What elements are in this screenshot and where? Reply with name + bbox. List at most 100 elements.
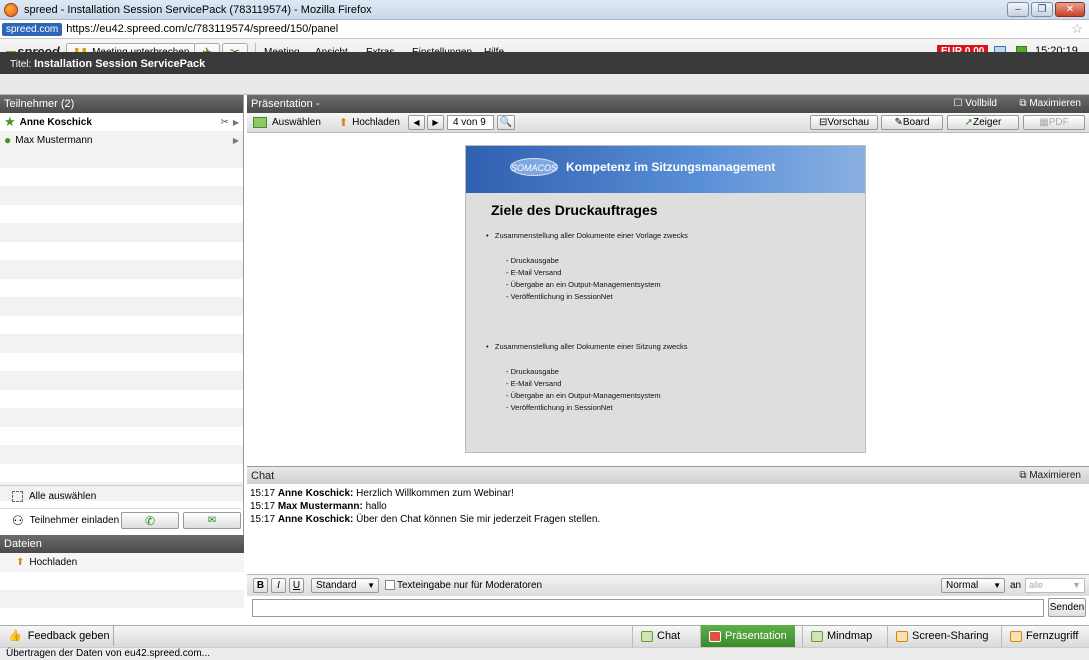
participants-header: Teilnehmer (2) <box>0 95 243 113</box>
preview-button[interactable]: ⊟ Vorschau <box>810 115 878 130</box>
browser-status-bar: Übertragen der Daten von eu42.spreed.com… <box>0 647 1089 660</box>
chat-message: 15:17 Max Mustermann: hallo <box>250 501 387 512</box>
session-title: Installation Session ServicePack <box>34 58 206 70</box>
tools-icon[interactable]: ✂ <box>221 117 229 128</box>
presentation-icon <box>709 630 721 642</box>
files-upload-label: Hochladen <box>29 557 78 568</box>
remote-access-icon <box>1010 630 1022 642</box>
bold-button[interactable]: B <box>253 578 268 593</box>
thumbs-up-icon: 👍 <box>8 630 22 642</box>
chat-header: Chat ⧉ Maximieren <box>247 466 1089 484</box>
session-title-bar: Titel: Installation Session ServicePack <box>0 52 1089 74</box>
chat-format-bar: B I U Standard ▼ Texteingabe nur für Mode… <box>247 574 1089 596</box>
chat-title: Chat <box>251 470 275 482</box>
participant-list-empty <box>0 149 243 501</box>
size-select[interactable]: Normal ▼ <box>941 578 1005 593</box>
participant-name: Max Mustermann <box>15 134 93 146</box>
bookmark-star-icon[interactable]: ☆ <box>1071 21 1083 37</box>
minimize-button[interactable]: – <box>1007 2 1029 17</box>
mindmap-icon <box>811 630 823 642</box>
presentation-title: Präsentation - <box>251 98 320 110</box>
presentation-maximize-button[interactable]: ⧉ Maximieren <box>1019 98 1081 109</box>
window-title: spreed - Installation Session ServicePac… <box>24 3 372 16</box>
header-spacer <box>0 74 1089 95</box>
firefox-icon <box>4 2 18 17</box>
slide-item: - Übergabe an ein Output-Managementsyste… <box>506 280 661 289</box>
moderator-only-checkbox[interactable] <box>385 580 395 590</box>
feedback-button[interactable]: 👍 Feedback geben <box>8 629 110 643</box>
chat-icon <box>641 630 653 642</box>
session-title-label: Titel: <box>10 59 32 70</box>
font-select[interactable]: Standard ▼ <box>311 578 379 593</box>
slide-banner-text: Kompetenz im Sitzungsmanagement <box>566 160 776 174</box>
participant-row[interactable]: ● Max Mustermann ▶ <box>0 131 243 149</box>
slide-item: - Druckausgabe <box>506 256 559 265</box>
page-indicator[interactable]: 4 von 9 <box>446 115 494 130</box>
slide-item: - Veröffentlichung in SessionNet <box>506 292 613 301</box>
tab-mindmap[interactable]: Mindmap <box>802 625 880 647</box>
url-text[interactable]: https://eu42.spreed.com/c/783119574/spre… <box>66 23 338 35</box>
expand-arrow-icon[interactable]: ▶ <box>233 136 239 145</box>
slide-title: Ziele des Druckauftrages <box>491 202 658 218</box>
tab-screen-sharing[interactable]: Screen-Sharing <box>887 625 996 647</box>
chat-message: 15:17 Anne Koschick: Herzlich Willkommen… <box>250 488 514 499</box>
slide-item: - Übergabe an ein Output-Managementsyste… <box>506 391 661 400</box>
slide-bullet: • Zusammenstellung aller Dokumente einer… <box>486 342 688 351</box>
tab-chat[interactable]: Chat <box>632 625 688 647</box>
tab-remote-access[interactable]: Fernzugriff <box>1001 625 1086 647</box>
presentation-slide: SOMACOS Kompetenz im Sitzungsmanagement … <box>465 145 866 453</box>
invite-row: ⚇ Teilnehmer einladen ✆ ✉ <box>0 508 244 532</box>
restore-button[interactable]: ❐ <box>1031 2 1053 17</box>
fullscreen-button[interactable]: ☐ Vollbild <box>954 98 997 109</box>
pdf-button[interactable]: ▦ PDF <box>1023 115 1085 130</box>
chat-maximize-button[interactable]: ⧉ Maximieren <box>1019 470 1081 481</box>
next-slide-button[interactable]: ▶ <box>426 115 444 130</box>
italic-button[interactable]: I <box>271 578 286 593</box>
slide-bullet: • Zusammenstellung aller Dokumente einer… <box>486 231 688 240</box>
invite-phone-button[interactable]: ✆ <box>121 512 179 529</box>
select-slides-icon <box>253 117 267 128</box>
slide-item: - Druckausgabe <box>506 367 559 376</box>
underline-button[interactable]: U <box>289 578 304 593</box>
moderator-star-icon: ★ <box>4 114 16 129</box>
presentation-toolbar: Auswählen ⬆ Hochladen ◀ ▶ 4 von 9 🔍 ⊟ Vo… <box>247 113 1089 133</box>
chat-input[interactable] <box>252 599 1044 617</box>
bottom-separator <box>113 626 114 646</box>
recipient-label: an <box>1010 580 1022 591</box>
select-slides-button[interactable]: Auswählen <box>272 117 321 128</box>
upload-slides-button[interactable]: Hochladen <box>352 117 400 128</box>
recipient-select[interactable]: alle ▼ <box>1025 578 1085 593</box>
slide-item: - Veröffentlichung in SessionNet <box>506 403 613 412</box>
invite-label: Teilnehmer einladen <box>29 515 120 526</box>
upload-icon: ⬆ <box>16 557 25 568</box>
status-text: Übertragen der Daten von eu42.spreed.com… <box>6 648 211 659</box>
window-titlebar: spreed - Installation Session ServicePac… <box>0 0 1089 20</box>
screen-sharing-icon <box>896 630 908 642</box>
participant-name: Anne Koschick <box>19 116 92 128</box>
somacos-logo: SOMACOS <box>510 158 558 176</box>
select-all-label: Alle auswählen <box>29 491 97 502</box>
zoom-icon[interactable]: 🔍 <box>496 115 515 130</box>
chat-message: 15:17 Anne Koschick: Über den Chat könne… <box>250 514 601 525</box>
add-person-icon: ⚇ <box>12 512 24 528</box>
slide-banner: SOMACOS Kompetenz im Sitzungsmanagement <box>466 146 865 193</box>
upload-icon: ⬆ <box>338 117 349 129</box>
close-button[interactable]: ✕ <box>1055 2 1085 17</box>
expand-arrow-icon[interactable]: ▶ <box>233 118 239 127</box>
moderator-only-label: Texteingabe nur für Moderatoren <box>397 580 543 591</box>
send-button[interactable]: Senden <box>1048 598 1086 617</box>
address-bar[interactable]: spreed.com https://eu42.spreed.com/c/783… <box>0 20 1089 39</box>
tab-presentation[interactable]: Präsentation <box>700 625 795 647</box>
board-button[interactable]: ✎ Board <box>881 115 943 130</box>
previous-slide-button[interactable]: ◀ <box>407 115 425 130</box>
files-header: Dateien <box>0 535 244 553</box>
site-identity[interactable]: spreed.com <box>2 22 63 36</box>
select-all-icon <box>12 491 23 502</box>
participant-row[interactable]: ★ Anne Koschick ✂ ▶ <box>0 113 243 131</box>
slide-item: - E-Mail Versand <box>506 268 562 277</box>
user-icon: ● <box>4 133 12 147</box>
pointer-button[interactable]: ➚ Zeiger <box>947 115 1019 130</box>
invite-email-button[interactable]: ✉ <box>183 512 241 529</box>
select-all-row[interactable]: Alle auswählen <box>0 485 244 507</box>
files-upload-button[interactable]: ⬆ Hochladen <box>0 553 244 572</box>
